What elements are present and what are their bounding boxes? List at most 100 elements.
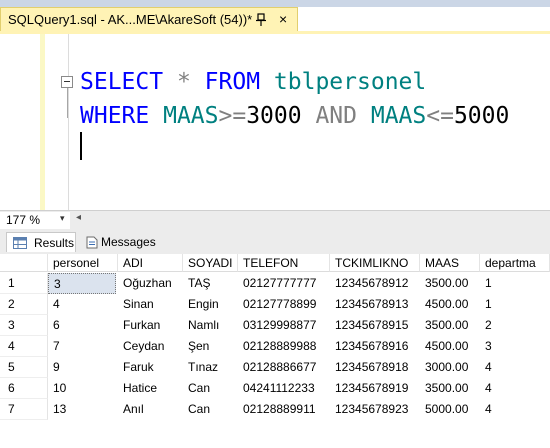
column-header[interactable]: SOYADI [183, 254, 238, 272]
zoom-level: 177 % [6, 213, 41, 227]
table-cell[interactable]: 4500.00 [420, 294, 480, 315]
row-header[interactable]: 6 [0, 378, 48, 399]
table-cell[interactable]: 4 [48, 294, 118, 315]
row-header[interactable]: 1 [0, 273, 48, 294]
pin-icon[interactable] [255, 13, 267, 27]
table-cell[interactable]: Sinan [118, 294, 183, 315]
scroll-left-arrow[interactable]: ◂ [76, 212, 81, 223]
table-cell[interactable]: 12345678919 [330, 378, 420, 399]
table-cell[interactable]: 5000.00 [420, 399, 480, 420]
table-cell[interactable]: Ceydan [118, 336, 183, 357]
keyword-from: FROM [204, 69, 261, 95]
close-tab-button[interactable]: × [279, 10, 287, 28]
ssms-query-window: SQLQuery1.sql - AK...ME\AkareSoft (54))*… [0, 0, 550, 448]
table-cell[interactable]: 12345678918 [330, 357, 420, 378]
tab-messages-label: Messages [101, 235, 156, 249]
column-maas-2: MAAS [370, 103, 427, 129]
table-cell[interactable]: 3 [48, 273, 116, 294]
table-cell[interactable]: 02128886677 [238, 357, 330, 378]
document-tab-strip [0, 0, 550, 7]
table-cell[interactable]: Engin [183, 294, 238, 315]
table-cell[interactable]: 4 [480, 357, 550, 378]
table-cell[interactable]: 03129998877 [238, 315, 330, 336]
table-cell[interactable]: Oğuzhan [118, 273, 183, 294]
value-3000: 3000 [246, 103, 302, 129]
zoom-dropdown[interactable]: 177 % ▾ [0, 212, 70, 229]
table-cell[interactable]: 6 [48, 315, 118, 336]
table-cell[interactable]: 12345678913 [330, 294, 420, 315]
table-cell[interactable]: 3000.00 [420, 357, 480, 378]
table-cell[interactable]: TAŞ [183, 273, 238, 294]
table-cell[interactable]: 02127778899 [238, 294, 330, 315]
table-cell[interactable]: 2 [480, 315, 550, 336]
row-header[interactable]: 4 [0, 336, 48, 357]
row-header[interactable]: 3 [0, 315, 48, 336]
grid-corner[interactable] [0, 254, 48, 272]
change-tracking-bar [40, 34, 45, 211]
column-header[interactable]: TCKIMLIKNO [330, 254, 420, 272]
query-editor[interactable]: SELECT * FROM tblpersonel WHERE MAAS>=30… [0, 34, 550, 211]
tab-results-label: Results [34, 236, 75, 250]
column-header[interactable]: personel [48, 254, 118, 272]
table-cell[interactable]: 4 [480, 378, 550, 399]
table-cell[interactable]: 02128889911 [238, 399, 330, 420]
code-line-2[interactable]: WHERE MAAS>=3000 AND MAAS<=5000 [80, 101, 509, 131]
row-header[interactable]: 5 [0, 357, 48, 378]
code-line-1[interactable]: SELECT * FROM tblpersonel [80, 67, 426, 97]
table-cell[interactable]: Hatice [118, 378, 183, 399]
result-tabs: Results Messages [0, 230, 550, 254]
table-cell[interactable]: 3500.00 [420, 273, 480, 294]
column-header[interactable]: departma [480, 254, 550, 272]
tab-messages[interactable]: Messages [80, 232, 160, 252]
table-name: tblpersonel [273, 69, 427, 95]
editor-status-row: 177 % ▾ ◂ [0, 210, 550, 230]
messages-icon [86, 236, 98, 249]
table-cell[interactable]: 3500.00 [420, 378, 480, 399]
table-cell[interactable]: 12345678912 [330, 273, 420, 294]
row-header[interactable]: 7 [0, 399, 48, 420]
table-cell[interactable]: 12345678923 [330, 399, 420, 420]
table-cell[interactable]: 3500.00 [420, 315, 480, 336]
grid-icon [13, 237, 27, 249]
table-cell[interactable]: Furkan [118, 315, 183, 336]
table-cell[interactable]: 02128889988 [238, 336, 330, 357]
table-cell[interactable]: 1 [480, 273, 550, 294]
table-cell[interactable]: Can [183, 378, 238, 399]
tab-results[interactable]: Results [6, 232, 76, 252]
table-cell[interactable]: 12345678916 [330, 336, 420, 357]
table-cell[interactable]: Tınaz [183, 357, 238, 378]
collapse-icon[interactable] [61, 76, 73, 88]
column-maas-1: MAAS [163, 103, 219, 129]
value-5000: 5000 [453, 103, 510, 129]
operator-lte: <= [426, 103, 454, 129]
operator-gte: >= [218, 103, 247, 129]
query-tab[interactable]: SQLQuery1.sql - AK...ME\AkareSoft (54))*… [0, 7, 298, 32]
table-cell[interactable]: 9 [48, 357, 118, 378]
keyword-select: SELECT [80, 69, 164, 95]
table-cell[interactable]: 02127777777 [238, 273, 330, 294]
results-grid[interactable]: personel ADI SOYADI TELEFON TCKIMLIKNO MAAS de… [0, 254, 550, 448]
column-header[interactable]: MAAS [420, 254, 480, 272]
table-cell[interactable]: Namlı [183, 315, 238, 336]
table-cell[interactable]: 4500.00 [420, 336, 480, 357]
table-cell[interactable]: Anıl [118, 399, 183, 420]
keyword-and: AND [315, 103, 357, 129]
star-operator: * [176, 69, 191, 95]
table-cell[interactable]: 1 [480, 294, 550, 315]
table-cell[interactable]: 3 [480, 336, 550, 357]
chevron-down-icon: ▾ [60, 213, 65, 223]
gutter-separator [68, 34, 69, 211]
table-cell[interactable]: Can [183, 399, 238, 420]
column-header[interactable]: ADI [118, 254, 183, 272]
row-header[interactable]: 2 [0, 294, 48, 315]
table-cell[interactable]: 12345678915 [330, 315, 420, 336]
table-cell[interactable]: 7 [48, 336, 118, 357]
column-header[interactable]: TELEFON [238, 254, 330, 272]
table-cell[interactable]: Faruk [118, 357, 183, 378]
text-cursor [80, 132, 82, 160]
table-cell[interactable]: 13 [48, 399, 118, 420]
table-cell[interactable]: 10 [48, 378, 118, 399]
table-cell[interactable]: Şen [183, 336, 238, 357]
table-cell[interactable]: 4 [480, 399, 550, 420]
table-cell[interactable]: 04241112233 [238, 378, 330, 399]
